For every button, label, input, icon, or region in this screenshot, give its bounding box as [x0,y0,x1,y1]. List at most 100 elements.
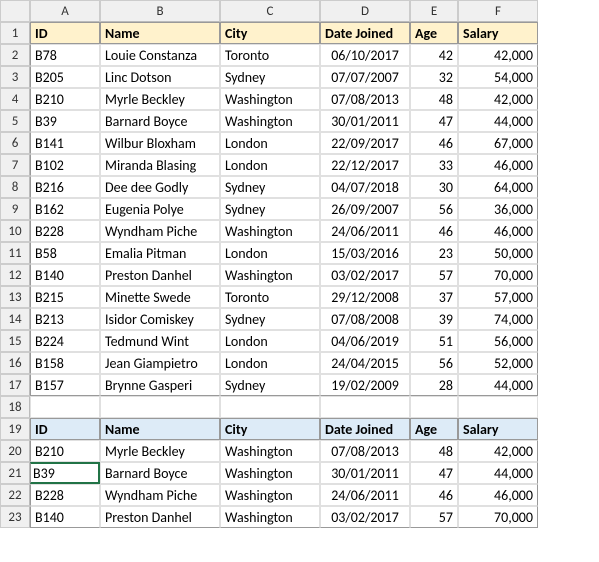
cell-C22[interactable]: Washington [220,484,320,506]
cell-D22[interactable]: 24/06/2011 [320,484,410,506]
cell-D3[interactable]: 07/07/2007 [320,66,410,88]
cell-A10[interactable]: B228 [30,220,100,242]
cell-D7[interactable]: 22/12/2017 [320,154,410,176]
cell-F12[interactable]: 70,000 [458,264,538,286]
cell-F16[interactable]: 52,000 [458,352,538,374]
cell-D19[interactable]: Date Joined [320,418,410,440]
cell-A5[interactable]: B39 [30,110,100,132]
row-header-11[interactable]: 11 [0,242,30,264]
cell-B23[interactable]: Preston Danhel [100,506,220,528]
cell-B20[interactable]: Myrle Beckley [100,440,220,462]
cell-E21[interactable]: 47 [410,462,458,484]
cell-A19[interactable]: ID [30,418,100,440]
cell-F1[interactable]: Salary [458,22,538,44]
cell-B21[interactable]: Barnard Boyce [100,462,220,484]
row-header-3[interactable]: 3 [0,66,30,88]
cell-C20[interactable]: Washington [220,440,320,462]
cell-D9[interactable]: 26/09/2007 [320,198,410,220]
cell-A3[interactable]: B205 [30,66,100,88]
cell-E5[interactable]: 47 [410,110,458,132]
cell-F6[interactable]: 67,000 [458,132,538,154]
cell-B17[interactable]: Brynne Gasperi [100,374,220,396]
cell-F20[interactable]: 42,000 [458,440,538,462]
cell-C9[interactable]: Sydney [220,198,320,220]
cell-D23[interactable]: 03/02/2017 [320,506,410,528]
cell-C14[interactable]: Sydney [220,308,320,330]
cell-A1[interactable]: ID [30,22,100,44]
cell-A17[interactable]: B157 [30,374,100,396]
cell-B9[interactable]: Eugenia Polye [100,198,220,220]
cell-B7[interactable]: Miranda Blasing [100,154,220,176]
cell-F7[interactable]: 46,000 [458,154,538,176]
cell-B11[interactable]: Emalia Pitman [100,242,220,264]
cell-D20[interactable]: 07/08/2013 [320,440,410,462]
cell-B2[interactable]: Louie Constanza [100,44,220,66]
cell-B16[interactable]: Jean Giampietro [100,352,220,374]
cell-E11[interactable]: 23 [410,242,458,264]
cell-D18[interactable] [320,396,410,418]
cell-C19[interactable]: City [220,418,320,440]
row-header-7[interactable]: 7 [0,154,30,176]
cell-A23[interactable]: B140 [30,506,100,528]
cell-E15[interactable]: 51 [410,330,458,352]
cell-E10[interactable]: 46 [410,220,458,242]
cell-A12[interactable]: B140 [30,264,100,286]
spreadsheet-grid[interactable]: ABCDEF1IDNameCityDate JoinedAgeSalary2B7… [0,0,599,528]
row-header-22[interactable]: 22 [0,484,30,506]
cell-D5[interactable]: 30/01/2011 [320,110,410,132]
cell-E19[interactable]: Age [410,418,458,440]
cell-A14[interactable]: B213 [30,308,100,330]
cell-F14[interactable]: 74,000 [458,308,538,330]
cell-D8[interactable]: 04/07/2018 [320,176,410,198]
cell-C18[interactable] [220,396,320,418]
cell-A13[interactable]: B215 [30,286,100,308]
cell-A21[interactable]: B39 [30,462,100,484]
row-header-13[interactable]: 13 [0,286,30,308]
cell-C15[interactable]: London [220,330,320,352]
cell-A11[interactable]: B58 [30,242,100,264]
cell-E1[interactable]: Age [410,22,458,44]
cell-C16[interactable]: London [220,352,320,374]
cell-F15[interactable]: 56,000 [458,330,538,352]
row-header-23[interactable]: 23 [0,506,30,528]
cell-C3[interactable]: Sydney [220,66,320,88]
cell-A18[interactable] [30,396,100,418]
row-header-19[interactable]: 19 [0,418,30,440]
cell-C6[interactable]: London [220,132,320,154]
cell-F19[interactable]: Salary [458,418,538,440]
cell-C17[interactable]: Sydney [220,374,320,396]
cell-E4[interactable]: 48 [410,88,458,110]
cell-E22[interactable]: 46 [410,484,458,506]
cell-F22[interactable]: 46,000 [458,484,538,506]
cell-D12[interactable]: 03/02/2017 [320,264,410,286]
cell-C10[interactable]: Washington [220,220,320,242]
col-header-B[interactable]: B [100,0,220,22]
cell-E3[interactable]: 32 [410,66,458,88]
row-header-2[interactable]: 2 [0,44,30,66]
cell-E2[interactable]: 42 [410,44,458,66]
cell-F10[interactable]: 46,000 [458,220,538,242]
col-header-A[interactable]: A [30,0,100,22]
cell-F17[interactable]: 44,000 [458,374,538,396]
cell-B14[interactable]: Isidor Comiskey [100,308,220,330]
cell-F13[interactable]: 57,000 [458,286,538,308]
cell-E17[interactable]: 28 [410,374,458,396]
cell-D16[interactable]: 24/04/2015 [320,352,410,374]
row-header-18[interactable]: 18 [0,396,30,418]
col-header-C[interactable]: C [220,0,320,22]
cell-C1[interactable]: City [220,22,320,44]
cell-E18[interactable] [410,396,458,418]
cell-E8[interactable]: 30 [410,176,458,198]
cell-C4[interactable]: Washington [220,88,320,110]
cell-C23[interactable]: Washington [220,506,320,528]
cell-F9[interactable]: 36,000 [458,198,538,220]
cell-E7[interactable]: 33 [410,154,458,176]
cell-B13[interactable]: Minette Swede [100,286,220,308]
cell-F23[interactable]: 70,000 [458,506,538,528]
cell-F21[interactable]: 44,000 [458,462,538,484]
cell-B18[interactable] [100,396,220,418]
row-header-6[interactable]: 6 [0,132,30,154]
row-header-16[interactable]: 16 [0,352,30,374]
cell-E20[interactable]: 48 [410,440,458,462]
col-header-E[interactable]: E [410,0,458,22]
